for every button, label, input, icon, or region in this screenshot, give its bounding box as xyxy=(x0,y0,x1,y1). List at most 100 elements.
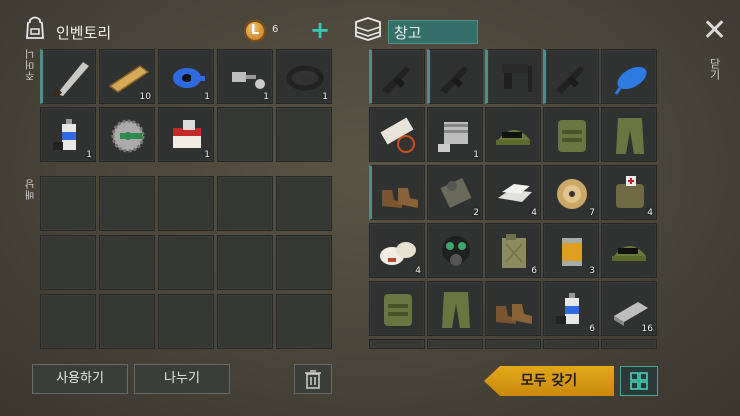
close-label: 닫기 xyxy=(708,58,721,80)
item-count: 1 xyxy=(204,92,210,102)
backpack-slot[interactable] xyxy=(217,176,273,231)
storage-slot[interactable]: 1 xyxy=(427,107,483,162)
pocket-slot[interactable] xyxy=(276,107,332,162)
medic-bag-icon xyxy=(616,176,644,208)
storage-slot[interactable] xyxy=(601,49,657,104)
assault-rifle-icon xyxy=(382,60,410,94)
storage-slot[interactable] xyxy=(485,107,541,162)
storage-slot[interactable] xyxy=(369,107,425,162)
take-all-button[interactable]: 모두 갖기 xyxy=(484,366,614,396)
backpack-slot[interactable] xyxy=(40,294,96,349)
storage-slot[interactable] xyxy=(427,49,483,104)
pocket-slot[interactable]: 1 xyxy=(158,49,214,104)
backpack-slot[interactable] xyxy=(99,294,155,349)
backpack-slot[interactable] xyxy=(40,176,96,231)
boots-icon xyxy=(496,304,532,324)
pistol-silencer-icon xyxy=(502,64,532,92)
spray-can-icon xyxy=(556,293,579,324)
storage-slot[interactable] xyxy=(369,165,425,220)
backpack-slot[interactable] xyxy=(158,294,214,349)
backpack-slot[interactable] xyxy=(158,176,214,231)
boots-icon xyxy=(382,188,418,208)
storage-slot[interactable] xyxy=(369,49,425,104)
storage-slot-partial[interactable] xyxy=(543,339,599,349)
camo-cap-icon xyxy=(496,130,530,145)
storage-slot[interactable]: 6 xyxy=(485,223,541,278)
close-icon[interactable]: ✕ xyxy=(702,16,727,46)
pocket-slot[interactable]: 1 xyxy=(217,49,273,104)
item-count: 16 xyxy=(641,324,653,334)
storage-slot[interactable] xyxy=(601,107,657,162)
storage-title: 창고 xyxy=(394,24,422,42)
storage-slot-partial[interactable] xyxy=(485,339,541,349)
storage-slot[interactable]: 16 xyxy=(601,281,657,336)
backpack-slot[interactable] xyxy=(99,176,155,231)
pocket-slot[interactable]: 1 xyxy=(40,107,96,162)
item-count: 1 xyxy=(86,150,92,160)
assault-rifle-icon xyxy=(556,60,584,94)
storage-slot[interactable]: 4 xyxy=(369,223,425,278)
sort-grid-button[interactable] xyxy=(620,366,658,396)
item-count: 2 xyxy=(473,208,479,218)
storage-slot[interactable]: 6 xyxy=(543,281,599,336)
storage-slot-partial[interactable] xyxy=(427,339,483,349)
item-count: 4 xyxy=(531,208,537,218)
storage-slot[interactable] xyxy=(369,281,425,336)
pocket-slot[interactable] xyxy=(40,49,96,104)
gear-tool-icon xyxy=(440,177,472,209)
bandage-icon xyxy=(380,242,416,265)
saw-blade-icon xyxy=(111,119,145,153)
metal-ingot-icon xyxy=(498,184,532,202)
scroll-gauge-icon xyxy=(380,117,415,153)
item-count: 1 xyxy=(322,92,328,102)
storage-slot[interactable]: 2 xyxy=(427,165,483,220)
coin-count: 6 xyxy=(272,24,279,35)
storage-slot[interactable] xyxy=(601,223,657,278)
backpack-slot[interactable] xyxy=(217,235,273,290)
backpack-slot[interactable] xyxy=(40,235,96,290)
storage-slot[interactable] xyxy=(427,223,483,278)
inventory-title: 인벤토리 xyxy=(56,24,112,42)
gas-mask-icon xyxy=(442,236,470,266)
storage-slot-partial[interactable] xyxy=(369,339,425,349)
storage-slot[interactable] xyxy=(543,107,599,162)
camo-pants-icon xyxy=(442,292,470,328)
camo-cap-icon xyxy=(612,246,646,261)
storage-slot[interactable]: 4 xyxy=(485,165,541,220)
storage-slot[interactable]: 3 xyxy=(543,223,599,278)
backpack-label: 배낭 xyxy=(26,178,37,200)
item-count: 1 xyxy=(473,150,479,160)
bolt-nut-icon xyxy=(232,72,265,89)
pocket-slot[interactable] xyxy=(217,107,273,162)
backpack-icon xyxy=(24,16,46,44)
storage-slot[interactable] xyxy=(485,49,541,104)
pocket-slot[interactable] xyxy=(99,107,155,162)
storage-slot[interactable] xyxy=(427,281,483,336)
engine-part-icon xyxy=(438,122,468,152)
backpack-slot[interactable] xyxy=(158,235,214,290)
storage-slot-partial[interactable] xyxy=(601,339,657,349)
storage-slot[interactable]: 4 xyxy=(601,165,657,220)
backpack-slot[interactable] xyxy=(276,294,332,349)
backpack-slot[interactable] xyxy=(217,294,273,349)
blue-balloon-icon xyxy=(614,66,647,95)
add-coins-button[interactable]: + xyxy=(310,18,330,42)
pocket-slot[interactable]: 1 xyxy=(158,107,214,162)
pocket-slot[interactable]: 1 xyxy=(276,49,332,104)
item-count: 7 xyxy=(589,208,595,218)
trash-button[interactable] xyxy=(294,364,332,394)
camo-vest-icon xyxy=(558,120,586,152)
pocket-slot[interactable]: 10 xyxy=(99,49,155,104)
storage-slot[interactable] xyxy=(543,49,599,104)
item-count: 1 xyxy=(263,92,269,102)
machete-icon xyxy=(52,62,89,98)
storage-slot[interactable] xyxy=(485,281,541,336)
backpack-slot[interactable] xyxy=(276,176,332,231)
filter-icon xyxy=(562,238,582,266)
backpack-slot[interactable] xyxy=(276,235,332,290)
grid-icon xyxy=(630,372,648,390)
split-button[interactable]: 나누기 xyxy=(134,364,230,394)
backpack-slot[interactable] xyxy=(99,235,155,290)
use-button[interactable]: 사용하기 xyxy=(32,364,128,394)
storage-slot[interactable]: 7 xyxy=(543,165,599,220)
